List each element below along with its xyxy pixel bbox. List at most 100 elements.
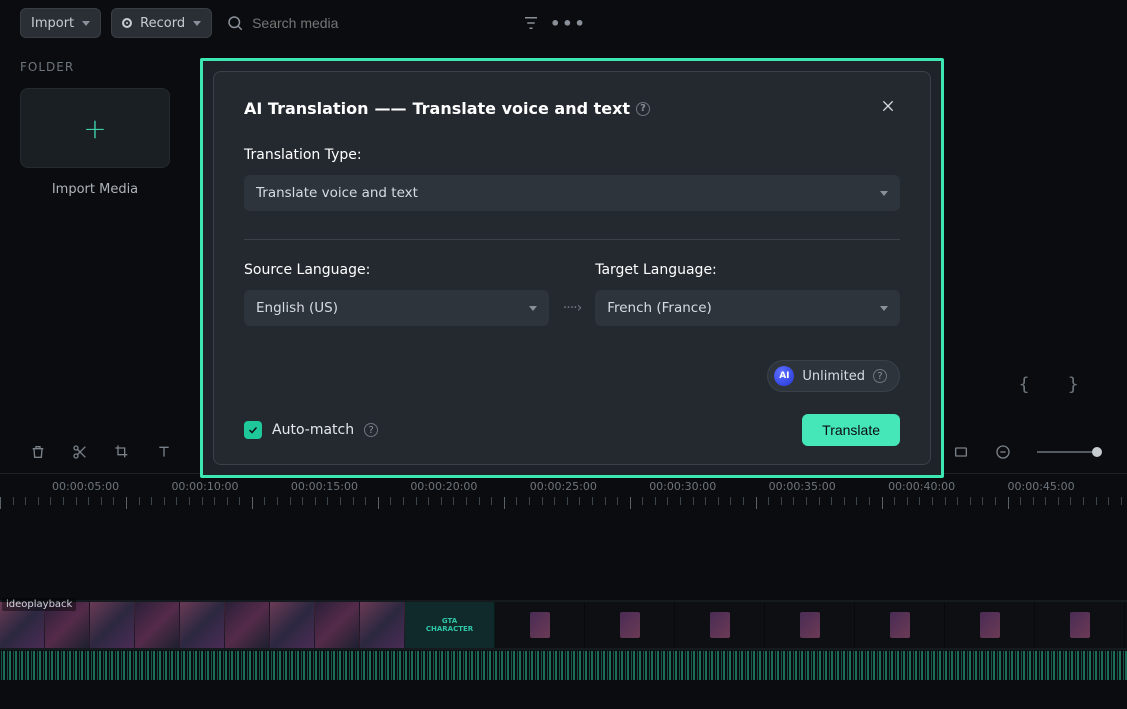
clip-thumb[interactable]	[855, 602, 945, 648]
ruler-tick	[1045, 497, 1058, 505]
chevron-down-icon	[193, 21, 201, 26]
ruler-tick	[957, 497, 970, 505]
translation-type-dropdown[interactable]: Translate voice and text	[244, 175, 900, 211]
filter-icon[interactable]	[522, 14, 540, 32]
search-input[interactable]	[252, 15, 402, 31]
clip-thumb-gta[interactable]: GTA CHARACTER	[405, 602, 495, 648]
chevron-down-icon	[82, 21, 90, 26]
clip-thumb[interactable]	[495, 602, 585, 648]
title-dash: ——	[374, 99, 406, 118]
zoom-knob[interactable]	[1092, 447, 1102, 457]
checkbox-checked-icon[interactable]	[244, 421, 262, 439]
clip-thumb[interactable]	[675, 602, 765, 648]
ruler-tick	[756, 497, 769, 509]
ruler-tick	[290, 497, 303, 505]
clip-thumb[interactable]	[180, 602, 225, 648]
ruler-tick	[239, 497, 252, 505]
close-icon[interactable]	[876, 94, 900, 123]
ruler-tick	[630, 497, 643, 509]
ruler-tick	[1070, 497, 1083, 505]
marker-braces: { }	[1018, 374, 1095, 395]
chevron-down-icon	[880, 191, 888, 196]
clip-thumb[interactable]	[270, 602, 315, 648]
record-button[interactable]: Record	[111, 8, 212, 38]
more-icon[interactable]: •••	[550, 14, 587, 33]
ruler-tick	[907, 497, 920, 505]
ruler-tick	[995, 497, 1008, 505]
auto-match-row[interactable]: Auto-match ?	[244, 421, 378, 439]
ruler-tick	[831, 497, 844, 505]
zoom-out-icon[interactable]	[995, 444, 1011, 460]
ruler-tick	[38, 497, 51, 505]
ruler-tick	[1096, 497, 1109, 505]
crop-icon[interactable]	[114, 444, 130, 460]
help-icon[interactable]: ?	[873, 369, 887, 383]
ruler-tick	[164, 497, 177, 505]
arrow-icon: ····›	[563, 300, 581, 326]
ruler-tick	[655, 497, 668, 505]
clip-thumb[interactable]	[90, 602, 135, 648]
ruler-tick	[529, 497, 542, 505]
record-icon	[122, 18, 132, 28]
source-language-dropdown[interactable]: English (US)	[244, 290, 549, 326]
divider	[244, 239, 900, 240]
clip-thumb[interactable]	[135, 602, 180, 648]
ruler-time-label: 00:00:35:00	[769, 480, 888, 493]
ruler-tick	[768, 497, 781, 505]
chevron-down-icon	[529, 306, 537, 311]
ruler-tick	[932, 497, 945, 505]
clip-thumb[interactable]	[315, 602, 360, 648]
trash-icon[interactable]	[30, 444, 46, 460]
aspect-icon[interactable]	[953, 444, 969, 460]
source-language-label: Source Language:	[244, 262, 549, 278]
import-button[interactable]: Import	[20, 8, 101, 38]
ruler-time-label: 00:00:40:00	[888, 480, 1007, 493]
audio-waveform[interactable]	[0, 650, 1127, 680]
ruler-tick	[365, 497, 378, 505]
ruler-time-label: 00:00:25:00	[530, 480, 649, 493]
timeline-ruler[interactable]: 00:00:05:0000:00:10:0000:00:15:0000:00:2…	[0, 473, 1127, 513]
modal-head: AI Translation——Translate voice and text…	[244, 94, 900, 123]
target-language-dropdown[interactable]: French (France)	[595, 290, 900, 326]
ai-icon: AI	[774, 366, 794, 386]
ruler-tick	[252, 497, 265, 509]
ruler-tick	[1058, 497, 1071, 505]
clip-thumb[interactable]	[360, 602, 405, 648]
ruler-tick	[327, 497, 340, 505]
ruler-tick	[693, 497, 706, 505]
clip-thumb[interactable]	[585, 602, 675, 648]
ruler-tick	[793, 497, 806, 505]
clip-thumb[interactable]	[765, 602, 855, 648]
badge-row: AI Unlimited ?	[244, 360, 900, 392]
clip-track[interactable]: ideoplayback GTA CHARACTER	[0, 600, 1127, 650]
ruler-tick	[605, 497, 618, 505]
gta-text: GTA	[442, 617, 457, 625]
ruler-tick	[567, 497, 580, 505]
translate-button[interactable]: Translate	[802, 414, 900, 446]
clip-thumb[interactable]	[225, 602, 270, 648]
ruler-tick	[202, 497, 215, 505]
language-row: Source Language: English (US) ····› Targ…	[244, 262, 900, 326]
ruler-tick	[982, 497, 995, 505]
ruler-tick	[718, 497, 731, 505]
search-wrap	[226, 14, 402, 32]
scissors-icon[interactable]	[72, 444, 88, 460]
clip-thumb[interactable]	[945, 602, 1035, 648]
text-icon[interactable]	[156, 444, 172, 460]
record-label: Record	[140, 16, 185, 31]
ruler-tick	[0, 497, 13, 509]
ruler-tick	[25, 497, 38, 505]
ruler-tick	[1008, 497, 1021, 509]
import-media-tile[interactable]: +	[20, 88, 170, 168]
ruler-tick	[1033, 497, 1046, 505]
help-icon[interactable]: ?	[636, 102, 650, 116]
ruler-tick	[819, 497, 832, 505]
ruler-tick	[504, 497, 517, 509]
clip-label: ideoplayback	[2, 598, 76, 611]
zoom-slider[interactable]	[1037, 451, 1097, 453]
ruler-tick	[869, 497, 882, 505]
help-icon[interactable]: ?	[364, 423, 378, 437]
ruler-tick	[176, 497, 189, 505]
ruler-tick	[378, 497, 391, 509]
clip-thumb[interactable]	[1035, 602, 1125, 648]
